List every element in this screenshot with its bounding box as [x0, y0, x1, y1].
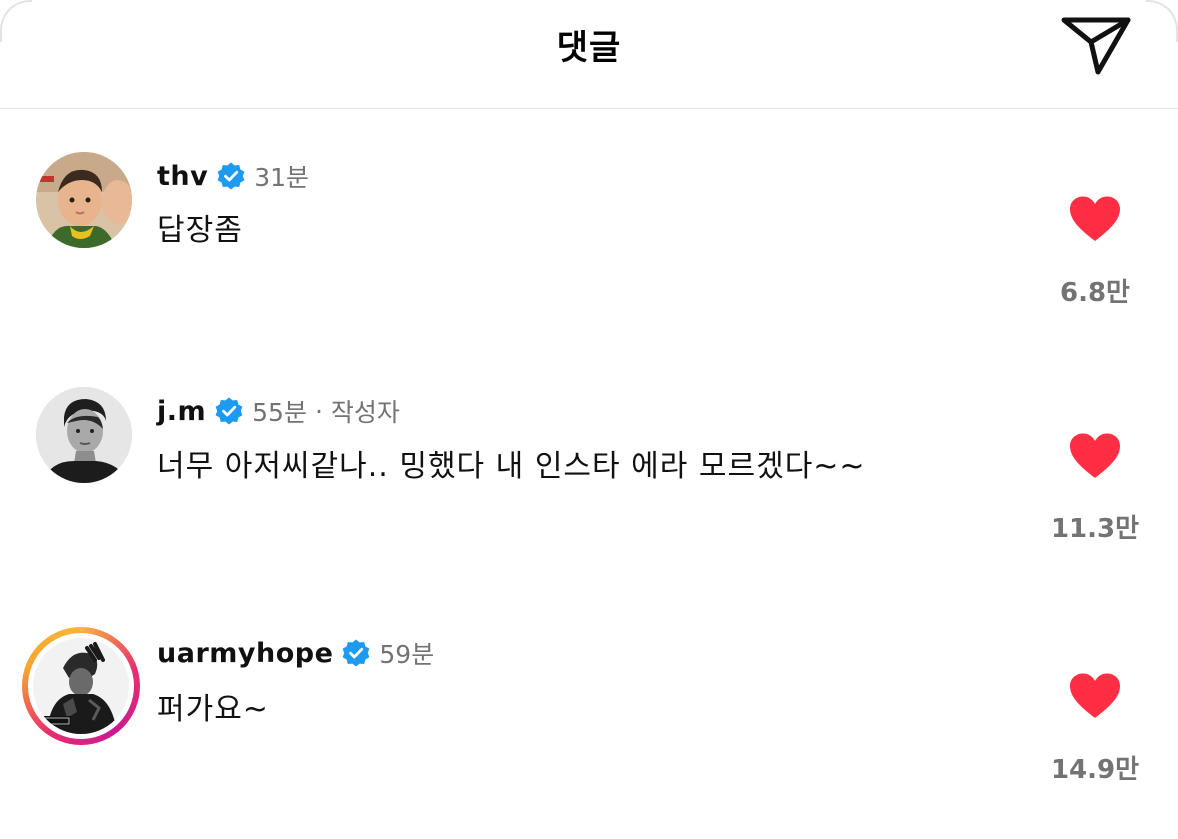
like-button[interactable]	[1068, 195, 1122, 243]
heart-icon	[1070, 673, 1120, 718]
avatar[interactable]	[36, 152, 132, 248]
comment-time: 55분	[252, 398, 307, 427]
story-ring[interactable]	[22, 627, 140, 745]
heart-icon	[1070, 433, 1120, 478]
child-photo-avatar-icon	[36, 152, 132, 248]
author-tag: 작성자	[330, 398, 400, 427]
verified-badge-icon	[341, 638, 371, 668]
heart-icon	[1070, 196, 1120, 241]
comment-time: 31분	[254, 163, 310, 192]
verified-badge-icon	[216, 161, 246, 191]
username[interactable]: uarmyhope	[157, 638, 333, 669]
header: 댓글	[0, 0, 1178, 109]
like-count: 6.8만	[1060, 278, 1130, 308]
comment-text: 퍼가요~	[157, 692, 269, 727]
avatar[interactable]	[33, 638, 129, 734]
comment-meta: uarmyhope 59분	[157, 635, 434, 671]
like-button[interactable]	[1068, 672, 1122, 720]
comment-time: 59분	[379, 640, 435, 669]
bw-photo-avatar-icon	[33, 638, 129, 734]
verified-badge-icon	[214, 396, 244, 426]
comment-text: 너무 아저씨같나.. 밍했다 내 인스타 에라 모르겠다~~	[157, 449, 866, 484]
page-title: 댓글	[556, 28, 622, 68]
comments-sheet: 댓글 thv 31분 답장좀 6.8만 j.m 55분 · 작성자 너무 아저씨…	[0, 0, 1178, 839]
paper-plane-icon	[1061, 17, 1131, 75]
like-count: 11.3만	[1050, 514, 1140, 544]
avatar[interactable]	[36, 387, 132, 483]
bw-portrait-avatar-icon	[36, 387, 132, 483]
separator-dot: ·	[314, 396, 323, 426]
share-button[interactable]	[1058, 10, 1134, 76]
username[interactable]: j.m	[157, 396, 206, 427]
like-button[interactable]	[1068, 432, 1122, 480]
comment-meta: j.m 55분 · 작성자	[157, 393, 400, 429]
like-count: 14.9만	[1050, 755, 1140, 785]
username[interactable]: thv	[157, 161, 208, 192]
comment-meta: thv 31분	[157, 158, 309, 194]
comment-text: 답장좀	[157, 213, 243, 248]
